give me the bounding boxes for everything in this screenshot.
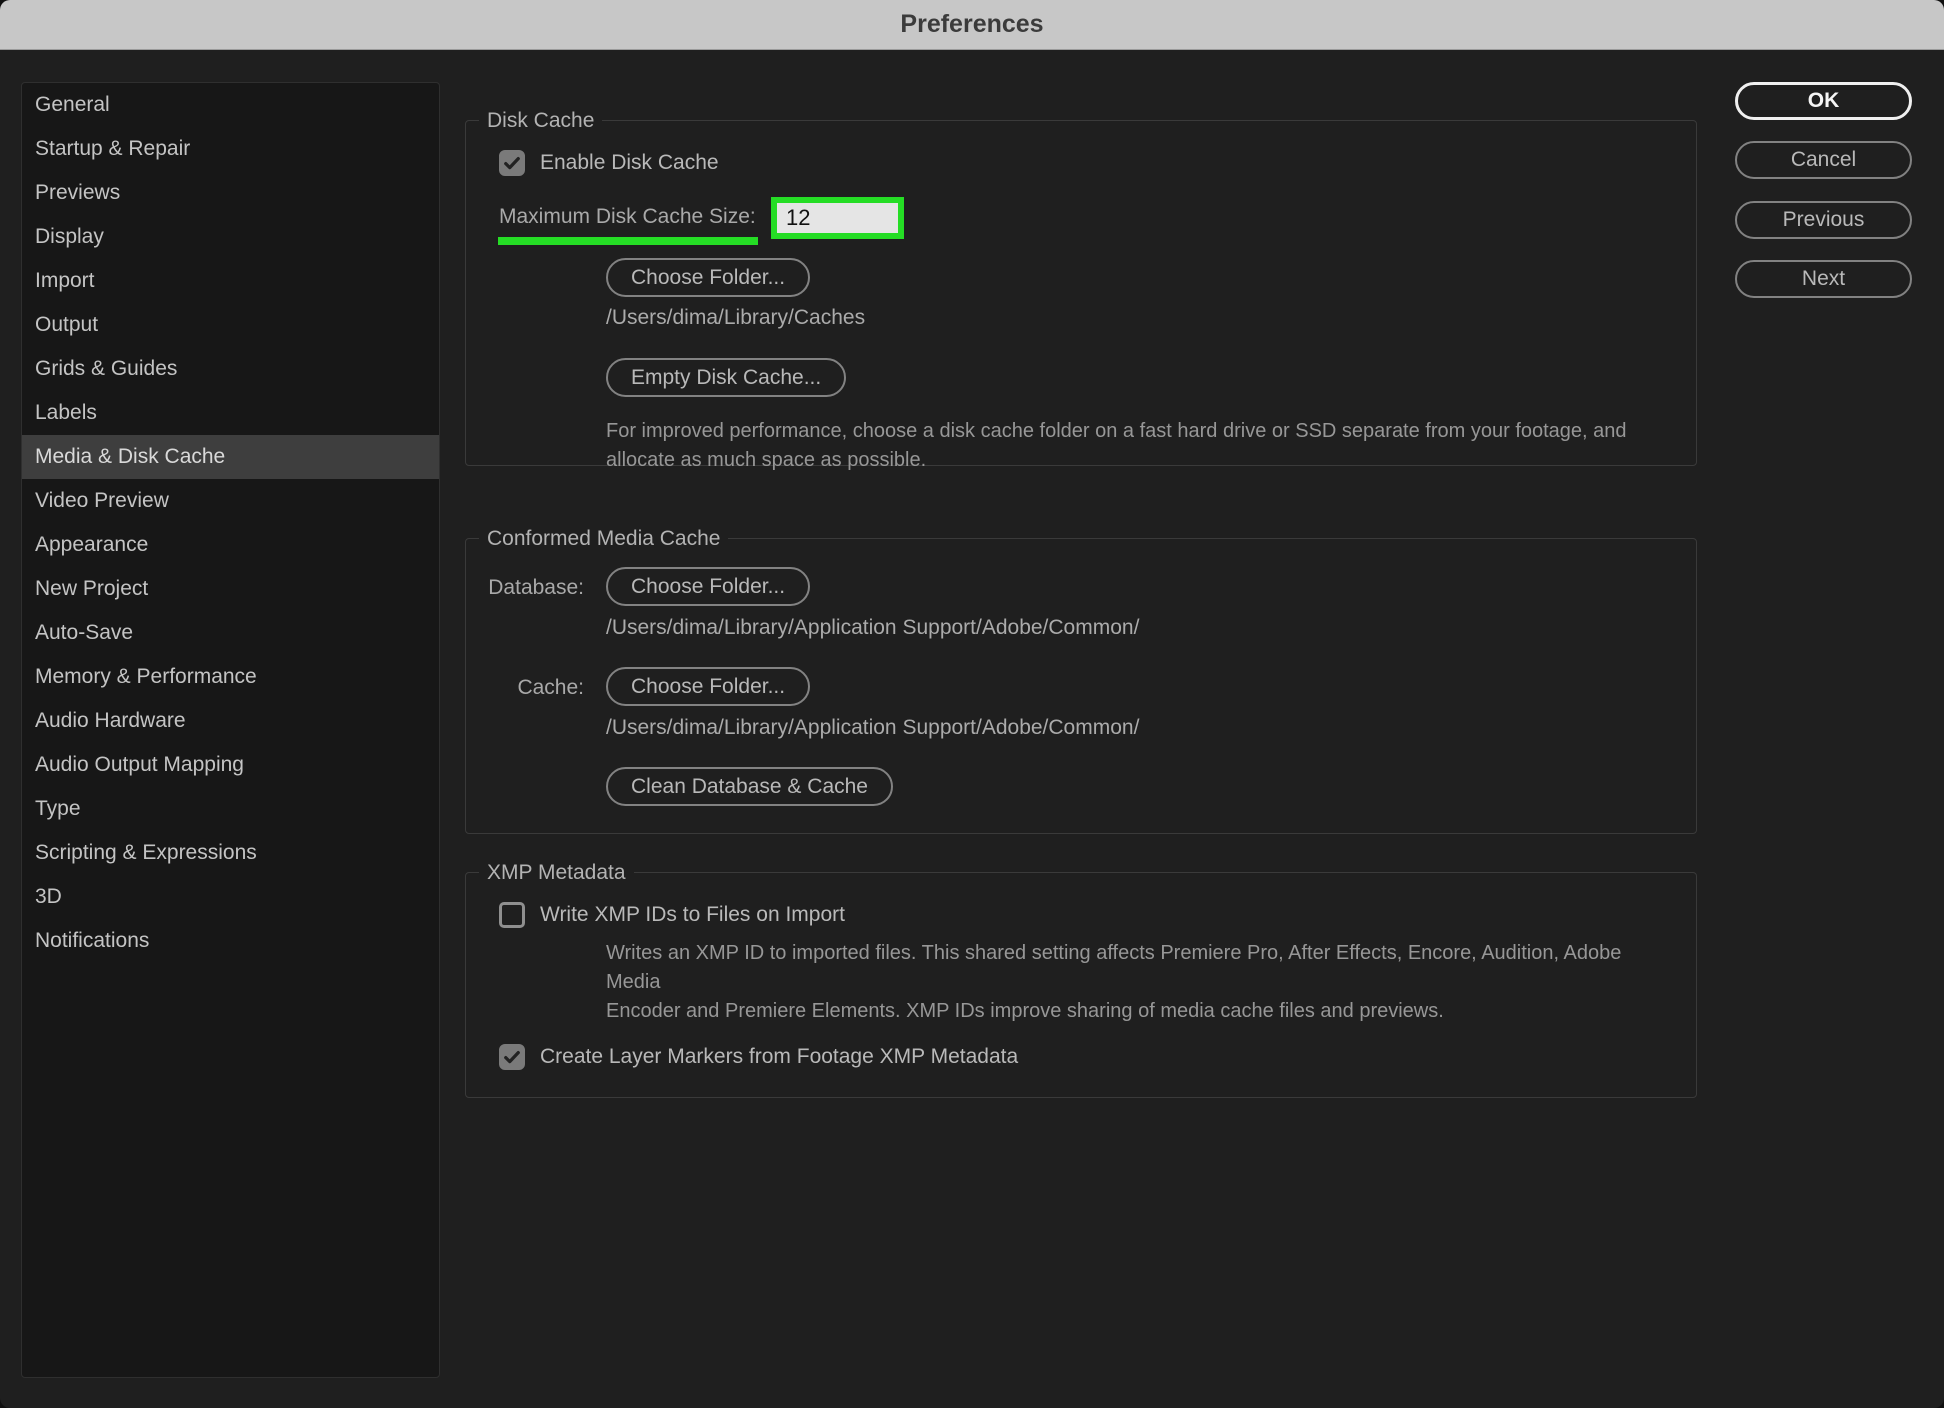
dialog-title: Preferences [900,10,1043,39]
preferences-category-list: General Startup & Repair Previews Displa… [21,82,440,1378]
disk-cache-folder-path: /Users/dima/Library/Caches [606,306,865,330]
max-disk-cache-size-label: Maximum Disk Cache Size: [499,205,756,229]
sidebar-item-label: Display [35,225,104,249]
preferences-dialog: Preferences General Startup & Repair Pre… [0,0,1944,1408]
sidebar-item-label: Labels [35,401,97,425]
xmp-metadata-legend: XMP Metadata [479,860,634,886]
next-button[interactable]: Next [1735,260,1912,298]
button-label: Empty Disk Cache... [631,366,821,390]
info-line: Writes an XMP ID to imported files. This… [606,939,1666,997]
xmp-description-text: Writes an XMP ID to imported files. This… [606,939,1666,1026]
button-label: Clean Database & Cache [631,775,868,799]
sidebar-item-output[interactable]: Output [22,303,439,347]
sidebar-item-general[interactable]: General [22,83,439,127]
cancel-button[interactable]: Cancel [1735,141,1912,179]
write-xmp-ids-checkbox[interactable] [499,902,525,928]
button-label: OK [1808,89,1840,113]
disk-cache-group: Disk Cache Enable Disk Cache Maximum Dis… [465,120,1697,466]
sidebar-item-startup-repair[interactable]: Startup & Repair [22,127,439,171]
sidebar-item-notifications[interactable]: Notifications [22,919,439,963]
sidebar-item-import[interactable]: Import [22,259,439,303]
sidebar-item-label: Memory & Performance [35,665,257,689]
clean-database-cache-button[interactable]: Clean Database & Cache [606,767,893,806]
sidebar-item-video-preview[interactable]: Video Preview [22,479,439,523]
checkmark-icon [502,153,522,173]
titlebar: Preferences [0,0,1944,50]
sidebar-item-label: Previews [35,181,120,205]
database-label: Database: [466,576,584,600]
sidebar-item-label: Grids & Guides [35,357,177,381]
sidebar-item-label: Audio Hardware [35,709,186,733]
sidebar-item-label: Import [35,269,95,293]
create-layer-markers-label: Create Layer Markers from Footage XMP Me… [540,1045,1018,1069]
sidebar-item-previews[interactable]: Previews [22,171,439,215]
write-xmp-ids-label: Write XMP IDs to Files on Import [540,903,845,927]
conformed-media-cache-legend: Conformed Media Cache [479,526,728,552]
sidebar-item-audio-hardware[interactable]: Audio Hardware [22,699,439,743]
button-label: Previous [1783,208,1865,232]
database-path: /Users/dima/Library/Application Support/… [606,616,1139,640]
empty-disk-cache-button[interactable]: Empty Disk Cache... [606,358,846,397]
sidebar-item-auto-save[interactable]: Auto-Save [22,611,439,655]
enable-disk-cache-label: Enable Disk Cache [540,151,719,175]
enable-disk-cache-row: Enable Disk Cache [499,150,719,176]
ok-button[interactable]: OK [1735,82,1912,120]
disk-cache-legend: Disk Cache [479,108,602,134]
sidebar-item-label: Appearance [35,533,148,557]
sidebar-item-label: Notifications [35,929,149,953]
info-line: For improved performance, choose a disk … [606,417,1666,446]
create-layer-markers-checkbox[interactable] [499,1044,525,1070]
sidebar-item-audio-output-mapping[interactable]: Audio Output Mapping [22,743,439,787]
write-xmp-ids-row: Write XMP IDs to Files on Import [499,902,845,928]
sidebar-item-label: Video Preview [35,489,169,513]
sidebar-item-3d[interactable]: 3D [22,875,439,919]
highlight-underline [498,237,758,245]
sidebar-item-new-project[interactable]: New Project [22,567,439,611]
previous-button[interactable]: Previous [1735,201,1912,239]
xmp-metadata-group: XMP Metadata Write XMP IDs to Files on I… [465,872,1697,1098]
sidebar-item-label: Type [35,797,81,821]
sidebar-item-label: Media & Disk Cache [35,445,225,469]
button-label: Next [1802,267,1845,291]
sidebar-item-label: Startup & Repair [35,137,190,161]
info-line: Encoder and Premiere Elements. XMP IDs i… [606,997,1666,1026]
cache-choose-folder-button[interactable]: Choose Folder... [606,667,810,706]
button-label: Choose Folder... [631,575,785,599]
sidebar-item-scripting-expressions[interactable]: Scripting & Expressions [22,831,439,875]
sidebar-item-label: 3D [35,885,62,909]
cache-label: Cache: [466,676,584,700]
sidebar-item-media-disk-cache[interactable]: Media & Disk Cache [22,435,439,479]
button-label: Choose Folder... [631,266,785,290]
sidebar-item-label: Auto-Save [35,621,133,645]
sidebar-item-type[interactable]: Type [22,787,439,831]
cache-path: /Users/dima/Library/Application Support/… [606,716,1139,740]
button-label: Cancel [1791,148,1856,172]
sidebar-item-label: Output [35,313,98,337]
max-disk-cache-size-input[interactable] [771,197,904,239]
sidebar-item-display[interactable]: Display [22,215,439,259]
sidebar-item-label: Scripting & Expressions [35,841,257,865]
disk-cache-choose-folder-button[interactable]: Choose Folder... [606,258,810,297]
create-layer-markers-row: Create Layer Markers from Footage XMP Me… [499,1044,1018,1070]
sidebar-item-memory-performance[interactable]: Memory & Performance [22,655,439,699]
sidebar-item-label: General [35,93,110,117]
checkmark-icon [502,1047,522,1067]
enable-disk-cache-checkbox[interactable] [499,150,525,176]
disk-cache-info-text: For improved performance, choose a disk … [606,417,1666,475]
button-label: Choose Folder... [631,675,785,699]
conformed-media-cache-group: Conformed Media Cache Database: Choose F… [465,538,1697,834]
sidebar-item-label: New Project [35,577,148,601]
sidebar-item-appearance[interactable]: Appearance [22,523,439,567]
info-line: allocate as much space as possible. [606,446,1666,475]
sidebar-item-labels[interactable]: Labels [22,391,439,435]
sidebar-item-label: Audio Output Mapping [35,753,244,777]
sidebar-item-grids-guides[interactable]: Grids & Guides [22,347,439,391]
database-choose-folder-button[interactable]: Choose Folder... [606,567,810,606]
